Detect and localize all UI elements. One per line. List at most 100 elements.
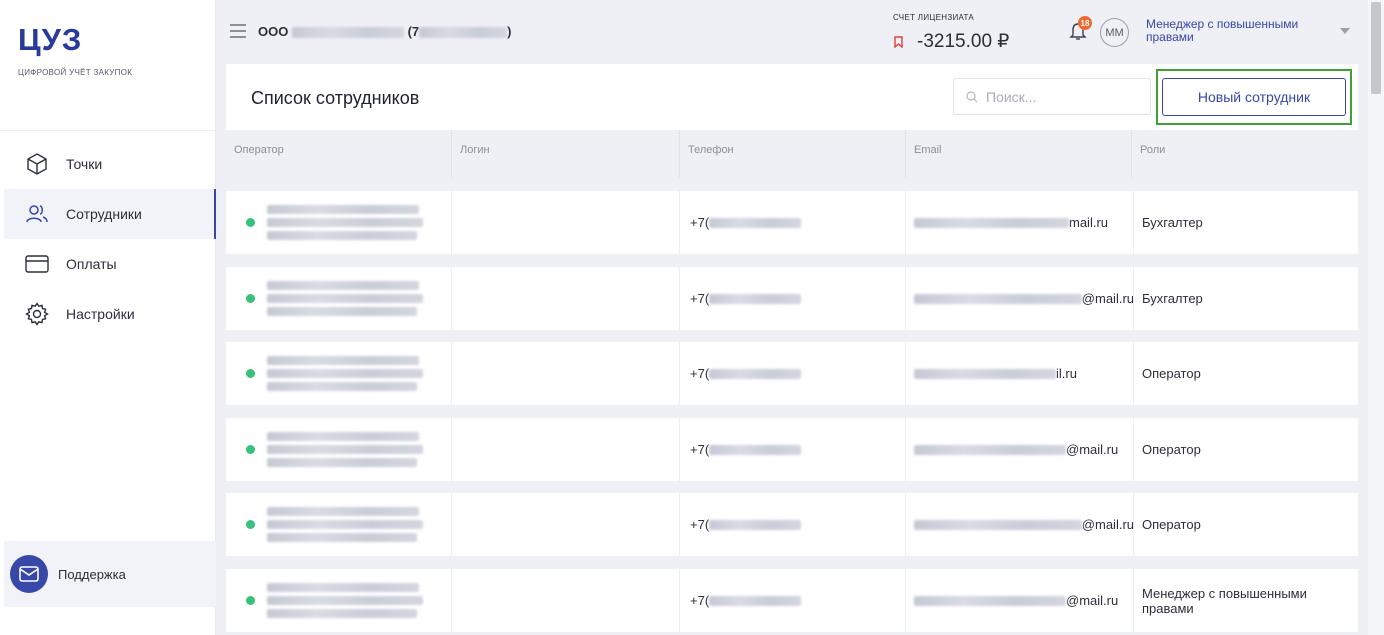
cell-email: @mail.ru (906, 493, 1134, 556)
email-domain: @mail.ru (1081, 517, 1134, 532)
sidebar-item-label: Настройки (66, 306, 135, 322)
app-logo-subtitle: ЦИФРОВОЙ УЧЁТ ЗАКУПОК (18, 68, 133, 77)
cell-login (452, 569, 680, 632)
search-input[interactable] (986, 88, 1136, 105)
status-dot (246, 520, 255, 529)
table-row[interactable]: +7( il.ru Оператор (226, 342, 1358, 405)
cell-email: il.ru (906, 342, 1134, 405)
cube-icon (24, 151, 50, 177)
organization-name[interactable]: ООО (7) (258, 24, 512, 39)
sidebar-item-settings[interactable]: Настройки (4, 289, 216, 339)
phone-redacted (709, 444, 802, 455)
support-label: Поддержка (58, 566, 126, 582)
org-inn-close: ) (507, 24, 512, 39)
cell-login (452, 418, 680, 481)
page-title: Список сотрудников (251, 88, 420, 108)
email-redacted (914, 519, 1082, 530)
column-header-login[interactable]: Логин (452, 130, 680, 178)
phone-redacted (709, 519, 802, 530)
email-redacted (914, 444, 1066, 455)
phone-prefix: +7( (690, 593, 710, 608)
notification-badge: 18 (1078, 16, 1092, 30)
cell-phone: +7( (680, 493, 906, 556)
mail-icon[interactable] (10, 555, 48, 593)
email-redacted (914, 293, 1082, 304)
role-label: Менеджер с повышенными правами (1142, 585, 1307, 616)
cell-role: Бухгалтер (1134, 191, 1358, 254)
cell-login (452, 267, 680, 330)
cell-email: @mail.ru (906, 267, 1134, 330)
phone-redacted (709, 595, 802, 606)
cell-phone: +7( (680, 569, 906, 632)
column-header-email[interactable]: Email (906, 130, 1132, 178)
cell-phone: +7( (680, 342, 906, 405)
chevron-down-icon[interactable] (1340, 28, 1350, 34)
email-domain: il.ru (1056, 366, 1077, 381)
scrollbar[interactable] (1368, 0, 1384, 635)
app-logo[interactable]: ЦУЗ (18, 22, 82, 58)
status-dot (246, 218, 255, 227)
sidebar-item-points[interactable]: Точки (4, 139, 216, 189)
sidebar-item-employees[interactable]: Сотрудники (4, 189, 216, 239)
role-label: Оператор (1142, 442, 1201, 457)
cell-operator (226, 418, 452, 481)
table-row[interactable]: +7( @mail.ru Оператор (226, 418, 1358, 481)
column-header-operator[interactable]: Оператор (226, 130, 452, 178)
cell-role: Бухгалтер (1134, 267, 1358, 330)
sidebar-item-label: Сотрудники (66, 206, 142, 222)
cell-login (452, 493, 680, 556)
cell-operator (226, 493, 452, 556)
sidebar-nav: Точки Сотрудники Оплаты Настройки (4, 139, 216, 339)
org-name-redacted (291, 27, 404, 39)
phone-prefix: +7( (690, 215, 710, 230)
phone-prefix: +7( (690, 366, 710, 381)
account-balance: -3215.00 ₽ (894, 30, 1009, 53)
operator-name-redacted (267, 507, 423, 542)
scroll-thumb[interactable] (1371, 2, 1381, 94)
sidebar-item-label: Точки (66, 156, 103, 172)
sidebar-item-payments[interactable]: Оплаты (4, 239, 216, 289)
status-dot (246, 445, 255, 454)
user-role[interactable]: Менеджер с повышенными правами (1146, 18, 1326, 44)
org-prefix: ООО (258, 24, 289, 39)
cell-operator (226, 342, 452, 405)
operator-name-redacted (267, 583, 423, 618)
table-row[interactable]: +7( mail.ru Бухгалтер (226, 191, 1358, 254)
role-label: Оператор (1142, 366, 1201, 381)
org-inn-redacted (419, 27, 508, 39)
avatar[interactable]: ММ (1100, 18, 1129, 47)
cell-role: Оператор (1134, 493, 1358, 556)
cell-phone: +7( (680, 191, 906, 254)
top-header: ООО (7) СЧЕТ ЛИЦЕНЗИАТА -3215.00 ₽ 18 ММ… (216, 0, 1368, 64)
phone-prefix: +7( (690, 517, 710, 532)
card-icon (24, 251, 50, 277)
phone-prefix: +7( (690, 291, 710, 306)
table-row[interactable]: +7( @mail.ru Оператор (226, 493, 1358, 556)
search-box[interactable] (953, 78, 1151, 115)
new-employee-button[interactable]: Новый сотрудник (1162, 78, 1346, 116)
phone-prefix: +7( (690, 442, 710, 457)
operator-name-redacted (267, 205, 423, 240)
phone-redacted (709, 293, 802, 304)
cell-role: Менеджер с повышенными правами (1134, 569, 1358, 632)
table-row[interactable]: +7( @mail.ru Бухгалтер (226, 267, 1358, 330)
cell-operator (226, 267, 452, 330)
users-icon (24, 201, 50, 227)
sidebar: ЦУЗ ЦИФРОВОЙ УЧЁТ ЗАКУПОК Точки Сотрудни… (0, 0, 216, 635)
phone-redacted (709, 368, 802, 379)
support-link[interactable]: Поддержка (4, 541, 216, 607)
operator-name-redacted (267, 281, 423, 316)
table-row[interactable]: +7( @mail.ru Менеджер с повышенными прав… (226, 569, 1358, 632)
cell-role: Оператор (1134, 342, 1358, 405)
role-label: Бухгалтер (1142, 291, 1203, 306)
role-label: Бухгалтер (1142, 215, 1203, 230)
new-employee-highlight: Новый сотрудник (1156, 69, 1352, 125)
column-header-roles[interactable]: Роли (1132, 130, 1358, 178)
column-header-phone[interactable]: Телефон (680, 130, 906, 178)
cell-role: Оператор (1134, 418, 1358, 481)
menu-icon[interactable] (230, 24, 246, 38)
status-dot (246, 294, 255, 303)
bookmark-icon (894, 35, 903, 48)
status-dot (246, 596, 255, 605)
gear-icon (24, 301, 50, 327)
